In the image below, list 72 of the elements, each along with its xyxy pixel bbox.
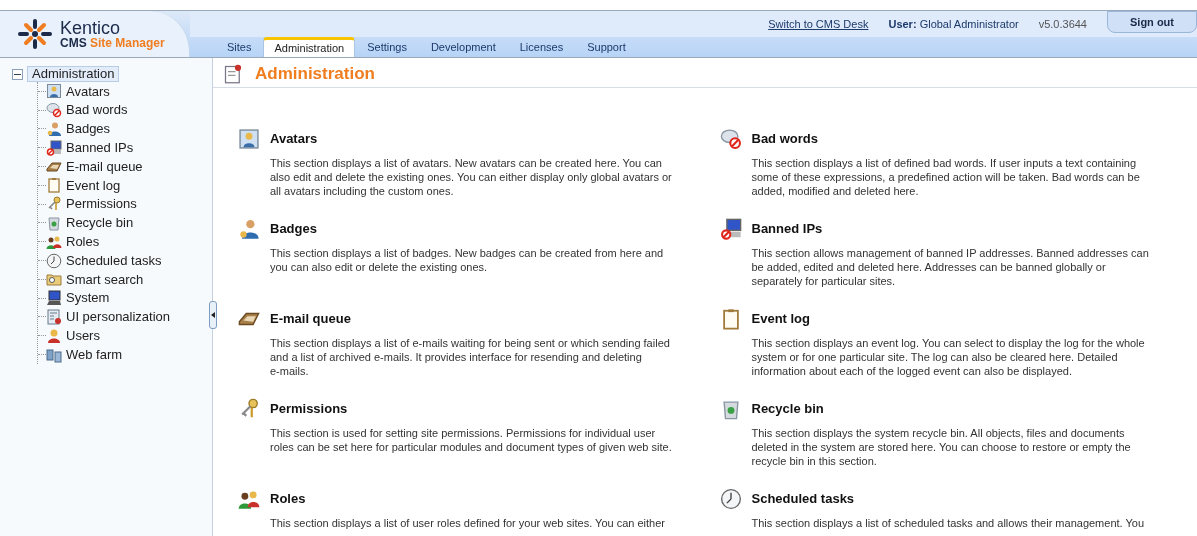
speech-bubble-icon [46,102,62,119]
computer-icon [46,290,62,307]
clock-icon [46,252,62,269]
speech-bubble-icon [719,127,742,150]
clock-icon [719,487,742,510]
section-title[interactable]: Badges [270,218,317,239]
tree-item[interactable]: UI personalization [66,307,171,327]
section-description: This section displays a list of badges. New badges can be created from here and you can also edit or delete the existing ones. [270,245,665,274]
tree-item[interactable]: Web farm [66,344,123,365]
tree-item[interactable]: Scheduled tasks [66,250,162,271]
folder-search-icon [46,271,62,288]
section-title[interactable]: Bad words [751,128,818,149]
tree-item[interactable]: Smart search [66,269,144,290]
tree-item[interactable]: Banned IPs [66,138,134,158]
nav-tab[interactable]: Licenses [507,37,576,57]
nav-tab[interactable]: Support [575,37,638,57]
collapse-toggle[interactable] [12,68,23,80]
layout-icon [46,308,62,325]
section-title[interactable]: Permissions [270,398,348,419]
section-description: This section is used for setting site permissions. Permissions for individual user roles can be set here for particular modules and document types of given web site. [270,425,673,454]
section-description: This section displays a list of defined bad words. If user inputs a text containing some of these expressions, a predefined action will be taken. Bad words can be added, modified and deleted here. [751,155,1141,198]
keys-icon [46,196,62,213]
user-icon [46,327,62,344]
tree-item[interactable]: System [66,288,110,308]
section-description: This section displays the system recycle bin. All objects, files and documents deleted in the system are stored here. You can choose to restore or empty the recycle bin in this section. [751,425,1132,468]
section-description: This section displays a list of scheduled tasks and allows their management. You [751,515,1146,530]
caret-icon [211,312,215,318]
user-info: User: Global Administrator [888,16,1019,32]
computer-icon [46,139,62,156]
clipboard-icon [46,177,62,194]
section-description: This section displays an event log. You can select to display the log for the whole system or for one particular site. The log can also be cleared here. Detailed information about each of the logged event can also be displayed. [751,335,1146,378]
section-title[interactable]: Roles [270,488,306,509]
section-title[interactable]: Event log [751,308,810,329]
tree-item[interactable]: Administration [27,66,120,82]
tree-item[interactable]: E-mail queue [66,156,143,177]
nav-tab[interactable]: Administration [263,37,356,57]
logo-icon [18,19,52,49]
section-title[interactable]: Avatars [270,128,318,149]
tree-item[interactable]: Roles [66,232,100,252]
logo-brand: Kentico [60,19,122,37]
section-title[interactable]: E-mail queue [270,308,351,329]
person-icon [238,217,260,240]
logo-product: CMS Site Manager [60,37,165,49]
section-title[interactable]: Banned IPs [751,218,823,239]
switch-link[interactable]: Switch to CMS Desk [768,15,869,33]
person-icon [46,121,62,137]
clipboard-icon [223,63,243,84]
avatar-icon [238,127,260,150]
trash-bin-icon [46,214,62,231]
nav-tab[interactable]: Sites [215,37,264,57]
tree-item[interactable]: Avatars [66,81,110,102]
tree-item[interactable]: Recycle bin [66,213,134,233]
tree-item[interactable]: Bad words [66,100,128,120]
tree-item[interactable]: Users [66,326,100,346]
page-title: Administration [255,63,375,85]
section-title[interactable]: Recycle bin [751,398,824,419]
avatar-icon [46,83,62,100]
computer-icon [719,217,742,240]
version-label: v5.0.3644 [1038,16,1087,32]
nav-tab[interactable]: Development [418,37,508,57]
section-title[interactable]: Scheduled tasks [751,488,855,509]
tree-item[interactable]: Badges [66,119,111,139]
tree-item[interactable]: Permissions [66,194,137,214]
panel-collapse-handle[interactable] [209,301,217,329]
section-description: This section displays a list of user roles defined for your web sites. You can either [270,515,666,530]
section-description: This section allows management of banned IP addresses. Banned addresses can be added, edited and deleted here. Addresses can be banned globally or separately for particular sites. [751,245,1150,288]
nav-tab[interactable]: Settings [355,37,419,57]
sign-out-button[interactable]: Sign out [1107,11,1197,33]
servers-icon [46,346,62,363]
section-description: This section displays a list of e-mails waiting for being sent or which sending failed and a list of archived e-mails. It provides interface for resending and deleting e-mails. [270,335,671,378]
tree-item[interactable]: Event log [66,175,121,196]
section-description: This section displays a list of avatars. New avatars can be created here. You can also edit and delete the existing ones. You can either display only global avatars or all avatars including the custom ones. [270,155,673,198]
